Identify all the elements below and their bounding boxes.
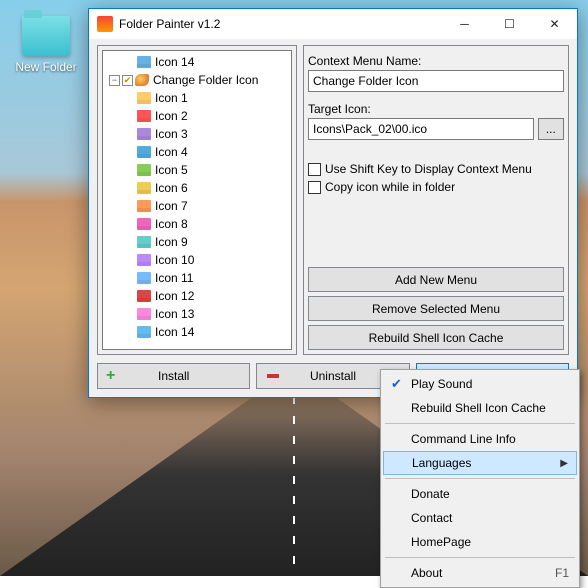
submenu-arrow-icon: ▶ <box>560 458 568 469</box>
menu-item-command-line-info[interactable]: Command Line Info <box>383 427 577 451</box>
tree-panel: Icon 14−✔Change Folder IconIcon 1Icon 2I… <box>97 45 297 355</box>
target-icon-label: Target Icon: <box>308 102 564 116</box>
copy-icon-checkbox[interactable]: Copy icon while in folder <box>308 180 564 194</box>
menu-separator <box>385 478 575 479</box>
menu-popup: ✔ Play Sound Rebuild Shell Icon Cache Co… <box>380 369 580 588</box>
add-new-menu-button[interactable]: Add New Menu <box>308 267 564 292</box>
tree-view[interactable]: Icon 14−✔Change Folder IconIcon 1Icon 2I… <box>102 50 292 350</box>
shift-key-checkbox[interactable]: Use Shift Key to Display Context Menu <box>308 162 564 176</box>
folder-icon <box>137 164 151 176</box>
menu-item-donate[interactable]: Donate <box>383 482 577 506</box>
menu-separator <box>385 423 575 424</box>
tree-item[interactable]: −✔Change Folder Icon <box>103 71 291 89</box>
tree-item[interactable]: Icon 12 <box>103 287 291 305</box>
folder-icon <box>137 146 151 158</box>
target-icon-input[interactable] <box>308 118 534 140</box>
folder-icon <box>22 16 70 56</box>
tree-item[interactable]: Icon 8 <box>103 215 291 233</box>
menu-item-about[interactable]: About F1 <box>383 561 577 585</box>
maximize-button[interactable]: ☐ <box>487 9 532 39</box>
desktop-folder-shortcut[interactable]: New Folder <box>10 16 82 74</box>
checkbox-icon[interactable]: ✔ <box>122 75 133 86</box>
app-icon <box>97 16 113 32</box>
tree-item[interactable]: Icon 3 <box>103 125 291 143</box>
minimize-button[interactable]: ─ <box>442 9 487 39</box>
checkbox-icon <box>308 163 321 176</box>
collapse-icon[interactable]: − <box>109 75 120 86</box>
folder-icon <box>137 290 151 302</box>
menu-item-contact[interactable]: Contact <box>383 506 577 530</box>
shift-key-label: Use Shift Key to Display Context Menu <box>325 162 532 176</box>
minus-icon <box>267 374 279 378</box>
folder-icon <box>137 308 151 320</box>
browse-button[interactable]: ... <box>538 118 564 140</box>
tree-item[interactable]: Icon 1 <box>103 89 291 107</box>
folder-icon <box>137 56 151 68</box>
window-title: Folder Painter v1.2 <box>119 17 442 31</box>
menu-item-rebuild-cache[interactable]: Rebuild Shell Icon Cache <box>383 396 577 420</box>
install-button[interactable]: + Install <box>97 363 250 389</box>
app-window: Folder Painter v1.2 ─ ☐ ✕ Icon 14−✔Chang… <box>88 8 578 398</box>
copy-icon-label: Copy icon while in folder <box>325 180 455 194</box>
tree-item[interactable]: Icon 6 <box>103 179 291 197</box>
folder-icon <box>137 236 151 248</box>
folder-icon <box>137 128 151 140</box>
folder-icon <box>137 92 151 104</box>
folder-icon <box>137 182 151 194</box>
checkbox-icon <box>308 181 321 194</box>
menu-item-homepage[interactable]: HomePage <box>383 530 577 554</box>
context-menu-name-input[interactable] <box>308 70 564 92</box>
menu-item-languages[interactable]: Languages ▶ <box>383 451 577 475</box>
folder-icon <box>137 200 151 212</box>
desktop-folder-label: New Folder <box>10 60 82 74</box>
plus-icon: + <box>106 367 115 385</box>
folder-icon <box>137 110 151 122</box>
settings-panel: Context Menu Name: Target Icon: ... Use … <box>303 45 569 355</box>
check-icon: ✔ <box>391 376 402 392</box>
tree-item[interactable]: Icon 4 <box>103 143 291 161</box>
menu-separator <box>385 557 575 558</box>
folder-icon <box>137 272 151 284</box>
tree-item[interactable]: Icon 7 <box>103 197 291 215</box>
context-menu-name-label: Context Menu Name: <box>308 54 564 68</box>
tree-item[interactable]: Icon 11 <box>103 269 291 287</box>
tree-item[interactable]: Icon 14 <box>103 323 291 341</box>
tree-item[interactable]: Icon 2 <box>103 107 291 125</box>
tree-item[interactable]: Icon 5 <box>103 161 291 179</box>
tree-item[interactable]: Icon 14 <box>103 53 291 71</box>
folder-icon <box>137 218 151 230</box>
titlebar[interactable]: Folder Painter v1.2 ─ ☐ ✕ <box>89 9 577 39</box>
rebuild-cache-button[interactable]: Rebuild Shell Icon Cache <box>308 325 564 350</box>
folder-icon <box>137 326 151 338</box>
folder-icon <box>137 254 151 266</box>
menu-item-play-sound[interactable]: ✔ Play Sound <box>383 372 577 396</box>
tree-item[interactable]: Icon 13 <box>103 305 291 323</box>
tree-item[interactable]: Icon 9 <box>103 233 291 251</box>
shortcut-key: F1 <box>555 566 569 580</box>
tree-item[interactable]: Icon 10 <box>103 251 291 269</box>
remove-selected-menu-button[interactable]: Remove Selected Menu <box>308 296 564 321</box>
close-button[interactable]: ✕ <box>532 9 577 39</box>
paint-icon <box>135 74 149 86</box>
